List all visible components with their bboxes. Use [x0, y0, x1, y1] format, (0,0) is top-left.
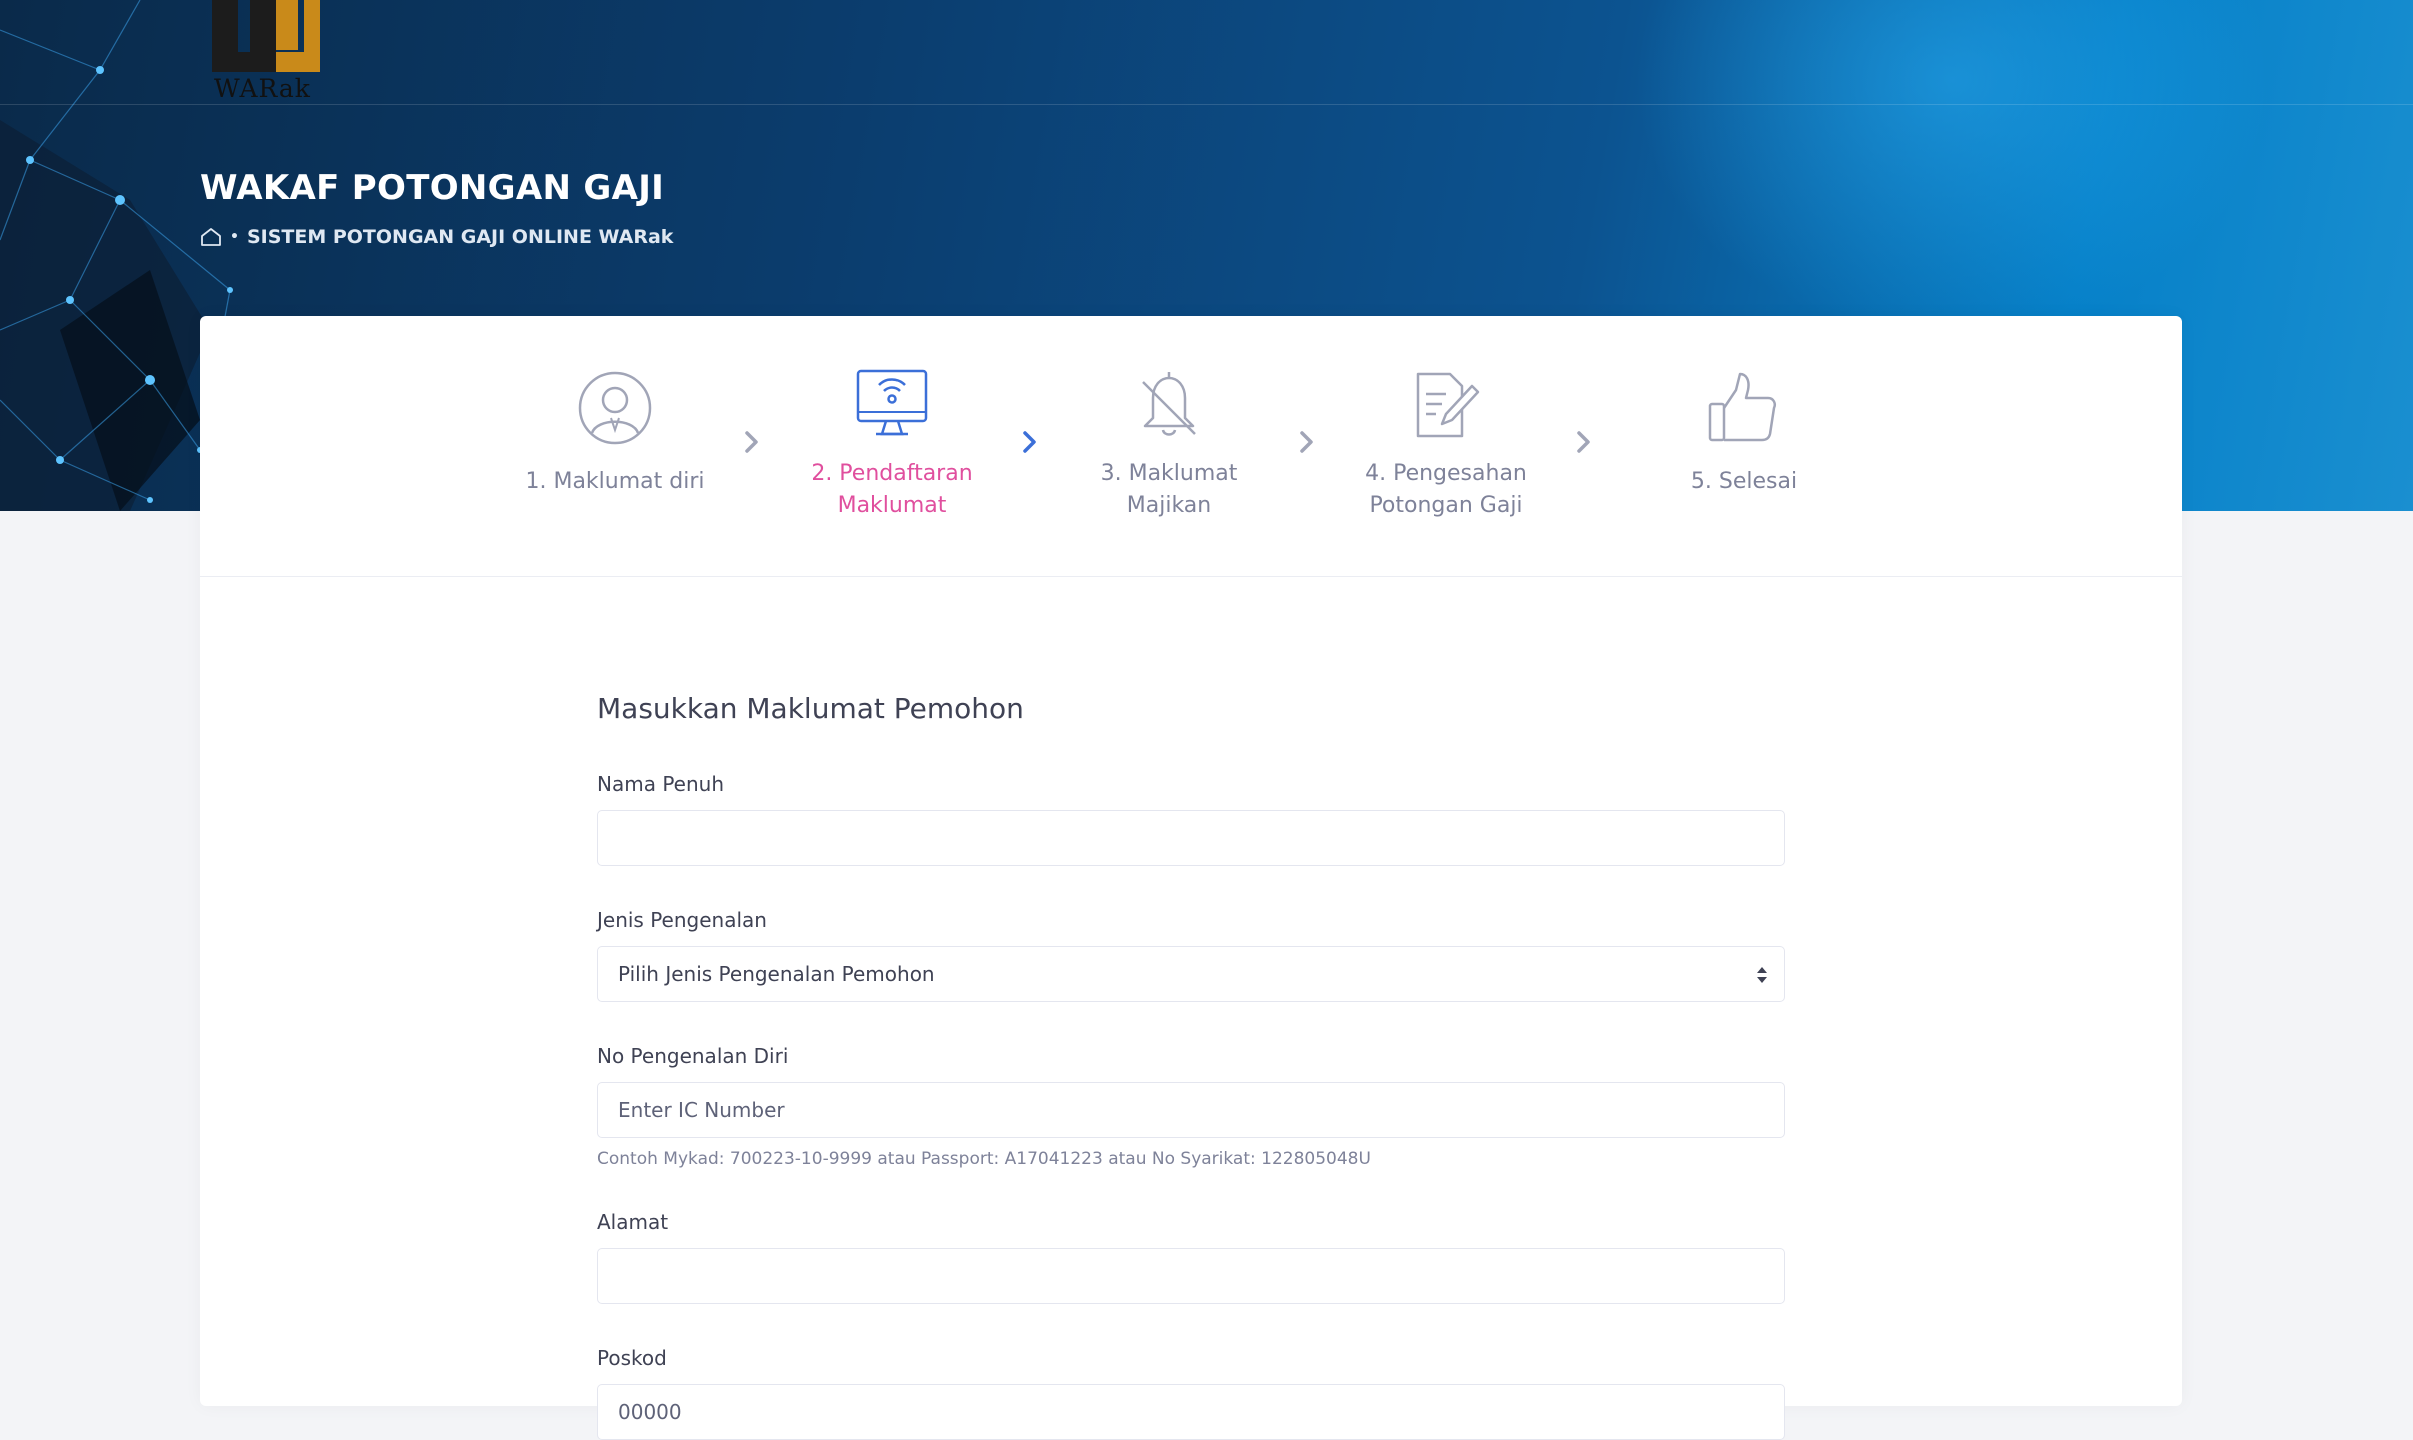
- header-glow: [1633, 0, 2273, 340]
- chevron-right-icon: [1300, 431, 1313, 453]
- step-label: 2. Pendaftaran Maklumat: [811, 461, 973, 518]
- ic-number-hint: Contoh Mykad: 700223-10-9999 atau Passpo…: [597, 1149, 1371, 1169]
- home-icon[interactable]: [200, 227, 222, 247]
- jenis-pengenalan-selected: Pilih Jenis Pengenalan Pemohon: [618, 962, 935, 986]
- chevron-right-icon: [1577, 431, 1590, 453]
- step-pengesahan-potongan-gaji[interactable]: 4. Pengesahan Potongan Gaji: [1341, 368, 1551, 522]
- breadcrumb-separator: •: [230, 229, 239, 245]
- wizard-card: 1. Maklumat diri 2. Pendaftaran Maklumat: [200, 316, 2182, 1440]
- alamat-label: Alamat: [597, 1210, 669, 1234]
- chevron-right-icon: [1023, 431, 1036, 453]
- wizard-stepper: 1. Maklumat diri 2. Pendaftaran Maklumat: [200, 316, 2182, 577]
- form-title: Masukkan Maklumat Pemohon: [597, 692, 1024, 725]
- step-selesai[interactable]: 5. Selesai: [1639, 368, 1849, 498]
- poskod-placeholder: 00000: [618, 1400, 682, 1424]
- warak-logo[interactable]: WARak: [208, 0, 326, 104]
- step-pendaftaran-maklumat[interactable]: 2. Pendaftaran Maklumat: [787, 368, 997, 522]
- monitor-wifi-icon: [856, 369, 928, 436]
- breadcrumb-item[interactable]: SISTEM POTONGAN GAJI ONLINE WARak: [247, 226, 673, 248]
- no-pengenalan-label: No Pengenalan Diri: [597, 1044, 789, 1068]
- document-edit-icon: [1416, 372, 1480, 438]
- step-label: 4. Pengesahan Potongan Gaji: [1365, 461, 1527, 518]
- logo-text: WARak: [214, 74, 311, 103]
- nama-penuh-input[interactable]: [597, 810, 1785, 866]
- poskod-label: Poskod: [597, 1346, 667, 1370]
- select-arrows-icon: [1757, 967, 1767, 983]
- ic-number-input[interactable]: Enter IC Number: [597, 1082, 1785, 1138]
- user-icon: [578, 371, 652, 445]
- ic-number-placeholder: Enter IC Number: [618, 1098, 785, 1122]
- nama-penuh-label: Nama Penuh: [597, 772, 724, 796]
- breadcrumb: • SISTEM POTONGAN GAJI ONLINE WARak: [200, 226, 673, 248]
- step-label: 1. Maklumat diri: [525, 469, 705, 494]
- jenis-pengenalan-select[interactable]: Pilih Jenis Pengenalan Pemohon: [597, 946, 1785, 1002]
- bell-off-icon: [1142, 372, 1196, 436]
- page-title: WAKAF POTONGAN GAJI: [200, 168, 665, 208]
- jenis-pengenalan-label: Jenis Pengenalan: [597, 908, 767, 932]
- step-maklumat-majikan[interactable]: 3. Maklumat Majikan: [1064, 368, 1274, 522]
- step-label: 3. Maklumat Majikan: [1100, 461, 1238, 518]
- alamat-input[interactable]: [597, 1248, 1785, 1304]
- logo-mark-icon: [212, 0, 320, 72]
- header-divider: [0, 104, 2413, 105]
- thumbs-up-icon: [1708, 372, 1776, 442]
- chevron-right-icon: [745, 431, 758, 453]
- step-maklumat-diri[interactable]: 1. Maklumat diri: [510, 368, 720, 498]
- step-label: 5. Selesai: [1690, 469, 1798, 494]
- poskod-input[interactable]: 00000: [597, 1384, 1785, 1440]
